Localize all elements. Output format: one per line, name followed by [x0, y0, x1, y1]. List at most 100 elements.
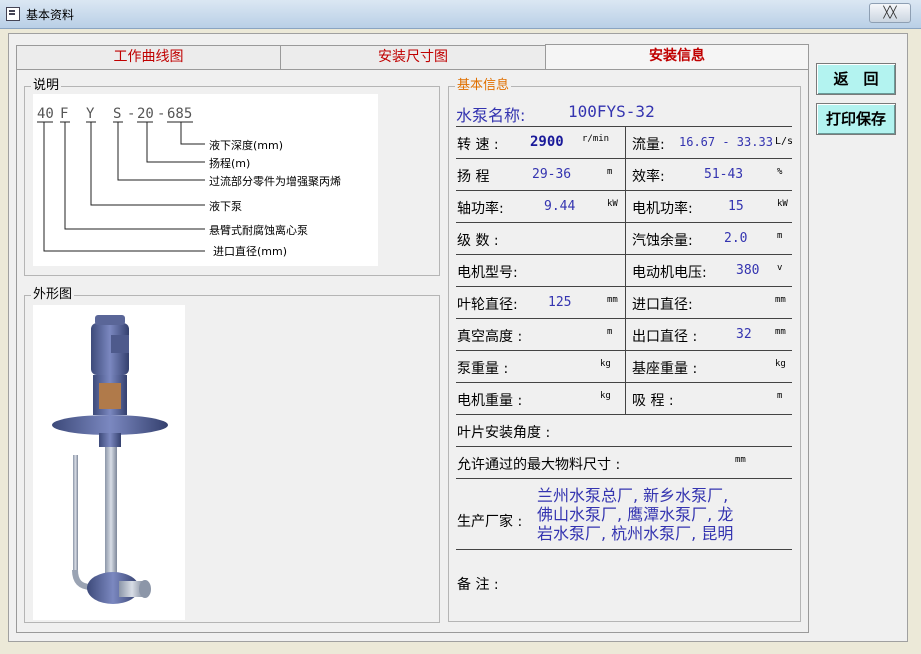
manufacturer-value: 兰州水泵总厂, 新乡水泵厂, 佛山水泵厂, 鹰潭水泵厂, 龙 岩水泵厂, 杭州水… — [537, 486, 733, 543]
code-part-depth: 685 — [167, 106, 192, 122]
basic-info-legend: 基本信息 — [455, 78, 512, 94]
efficiency-unit: % — [777, 167, 783, 177]
vacuum-label: 真空高度 : — [457, 329, 523, 345]
suction-label: 吸 程 : — [632, 393, 674, 409]
code-dash-2: - — [157, 106, 165, 122]
manufacturer-line: 佛山水泵厂, 鹰潭水泵厂, 龙 — [537, 505, 734, 524]
note-label-head: 扬程(m) — [209, 156, 250, 170]
motor-power-value: 15 — [728, 199, 744, 214]
npsh-unit: m — [777, 231, 783, 241]
title-bar: 基本资料 ╳╳ — [0, 0, 921, 29]
outlet-dia-unit: mm — [775, 327, 786, 337]
motor-power-unit: kW — [777, 199, 788, 209]
remark-label: 备 注 : — [457, 577, 499, 593]
speed-value: 2900 — [530, 134, 564, 150]
motor-weight-label: 电机重量 : — [457, 393, 523, 409]
npsh-value: 2.0 — [724, 231, 748, 246]
motor-model-label: 电机型号: — [457, 265, 518, 281]
motor-power-label: 电机功率: — [632, 201, 693, 217]
max-particle-unit: mm — [735, 455, 746, 465]
divider — [456, 190, 792, 191]
divider — [456, 382, 792, 383]
divider — [456, 126, 792, 127]
pump-illustration — [52, 315, 168, 604]
divider — [456, 549, 792, 550]
manufacturer-label: 生产厂家 : — [457, 514, 523, 530]
code-part-head: 20 — [137, 106, 154, 122]
code-dash-1: - — [127, 106, 135, 122]
notes-legend: 说明 — [31, 78, 62, 94]
tab-strip: 工作曲线图 安装尺寸图 安装信息 — [16, 44, 809, 70]
motor-weight-unit: kg — [600, 391, 611, 401]
efficiency-label: 效率: — [632, 169, 665, 185]
code-part-s: S — [113, 106, 121, 122]
npsh-label: 汽蚀余量: — [632, 233, 693, 249]
manufacturer-line: 兰州水泵总厂, 新乡水泵厂, — [537, 486, 729, 505]
motor-voltage-value: 380 — [736, 263, 760, 278]
shaft-power-label: 轴功率: — [457, 201, 504, 217]
stages-label: 级 数 : — [457, 233, 499, 249]
impeller-dia-label: 叶轮直径: — [457, 297, 518, 313]
divider — [456, 254, 792, 255]
outlet-dia-value: 32 — [736, 327, 752, 342]
pump-image — [33, 305, 185, 620]
divider — [456, 286, 792, 287]
head-value: 29-36 — [532, 167, 572, 182]
appearance-legend: 外形图 — [31, 287, 75, 303]
close-button[interactable]: ╳╳ — [869, 3, 911, 23]
flow-unit: L/s — [775, 136, 794, 147]
divider — [456, 446, 792, 447]
blade-angle-label: 叶片安装角度 : — [457, 425, 551, 441]
divider — [456, 350, 792, 351]
head-unit: m — [607, 167, 613, 177]
shaft-power-value: 9.44 — [544, 199, 576, 214]
model-code-svg: 40 F Y S - 20 - 685 液下深度(mm) 扬程(m) 过流部分零… — [37, 106, 341, 258]
max-particle-label: 允许通过的最大物料尺寸 : — [457, 457, 621, 473]
impeller-dia-value: 125 — [548, 295, 572, 310]
tab-install-info[interactable]: 安装信息 — [545, 44, 809, 70]
note-label-depth: 液下深度(mm) — [209, 138, 283, 152]
model-code-diagram: 40 F Y S - 20 - 685 液下深度(mm) 扬程(m) 过流部分零… — [33, 94, 378, 266]
app-icon — [6, 7, 20, 21]
pump-name-value: 100FYS-32 — [568, 102, 655, 121]
impeller-dia-unit: mm — [607, 295, 618, 305]
head-label: 扬 程 — [457, 169, 490, 185]
inlet-dia-unit: mm — [775, 295, 786, 305]
divider — [456, 414, 792, 415]
outlet-dia-label: 出口直径 : — [632, 329, 698, 345]
vacuum-unit: m — [607, 327, 613, 337]
code-part-f: F — [60, 106, 68, 122]
divider — [456, 158, 792, 159]
shaft-power-unit: kW — [607, 199, 618, 209]
divider — [456, 318, 792, 319]
code-part-y: Y — [86, 106, 95, 122]
efficiency-value: 51-43 — [704, 167, 744, 182]
pump-weight-unit: kg — [600, 359, 611, 369]
pump-weight-label: 泵重量 : — [457, 361, 509, 377]
back-button[interactable]: 返 回 — [816, 63, 896, 95]
tab-install-size[interactable]: 安装尺寸图 — [280, 45, 546, 69]
print-save-button[interactable]: 打印保存 — [816, 103, 896, 135]
motor-voltage-label: 电动机电压: — [632, 265, 707, 281]
note-label-material: 过流部分零件为增强聚丙烯 — [209, 174, 341, 188]
pump-name-label: 水泵名称: — [456, 106, 526, 125]
flow-value: 16.67 - 33.33 — [679, 135, 773, 149]
tab-curve[interactable]: 工作曲线图 — [16, 45, 281, 69]
base-weight-label: 基座重量 : — [632, 361, 698, 377]
code-part-inlet: 40 — [37, 106, 54, 122]
inlet-dia-label: 进口直径: — [632, 297, 693, 313]
column-divider — [625, 126, 626, 414]
divider — [456, 222, 792, 223]
divider — [456, 478, 792, 479]
window-title: 基本资料 — [26, 8, 75, 22]
note-label-inlet: 进口直径(mm) — [213, 244, 287, 258]
base-weight-unit: kg — [775, 359, 786, 369]
manufacturer-line: 岩水泵厂, 杭州水泵厂, 昆明 — [537, 524, 734, 543]
suction-unit: m — [777, 391, 783, 401]
motor-voltage-unit: v — [777, 263, 783, 273]
speed-label: 转 速 : — [457, 137, 499, 153]
note-label-cantilever: 悬臂式耐腐蚀离心泵 — [209, 223, 308, 237]
speed-unit: r/min — [582, 134, 610, 144]
note-label-submerged: 液下泵 — [209, 199, 242, 213]
flow-label: 流量: — [632, 137, 665, 153]
